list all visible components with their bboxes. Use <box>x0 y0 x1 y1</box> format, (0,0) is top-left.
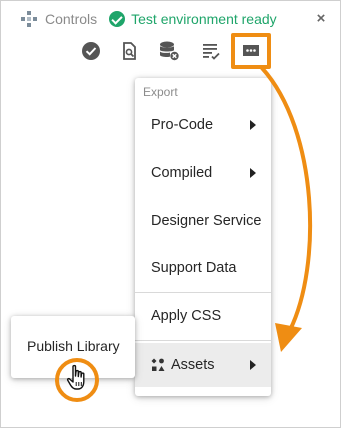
highlight-box <box>231 33 271 69</box>
menu-item-label: Support Data <box>151 260 237 276</box>
menu-divider <box>135 292 271 293</box>
assets-icon <box>151 358 165 372</box>
menu-item-support-data[interactable]: Support Data <box>135 246 271 290</box>
menu-item-pro-code[interactable]: Pro-Code <box>135 103 271 147</box>
panel-header: Controls Test environment ready <box>20 8 277 30</box>
panel-title: Controls <box>45 11 98 27</box>
menu-item-label: Designer Service <box>151 213 262 229</box>
menu-item-apply-css[interactable]: Apply CSS <box>135 294 271 338</box>
menu-item-compiled[interactable]: Compiled <box>135 151 271 195</box>
submenu-item-label: Publish Library <box>27 338 120 354</box>
menu-item-label: Compiled <box>151 165 213 181</box>
export-menu: Export Pro-Code Compiled Designer Servic… <box>135 78 271 396</box>
close-button[interactable]: × <box>314 10 328 28</box>
submenu-arrow-icon <box>250 168 256 178</box>
menu-item-label: Assets <box>171 357 215 373</box>
menu-item-designer-service[interactable]: Designer Service <box>135 199 271 243</box>
check-circle-status-icon <box>109 11 126 27</box>
menu-divider <box>135 340 271 341</box>
database-delete-icon[interactable] <box>158 40 180 62</box>
list-check-icon[interactable] <box>200 40 222 62</box>
submenu-arrow-icon <box>250 360 256 370</box>
check-circle-icon[interactable] <box>80 40 102 62</box>
hand-pointer-icon <box>66 364 88 392</box>
menu-header: Export <box>143 85 178 99</box>
submenu-arrow-icon <box>250 120 256 130</box>
controls-icon <box>20 10 38 28</box>
menu-item-label: Apply CSS <box>151 308 222 324</box>
document-search-icon[interactable] <box>119 40 141 62</box>
menu-item-label: Pro-Code <box>151 117 214 133</box>
status-text: Test environment ready <box>131 11 277 27</box>
menu-item-assets[interactable]: Assets <box>135 343 271 387</box>
